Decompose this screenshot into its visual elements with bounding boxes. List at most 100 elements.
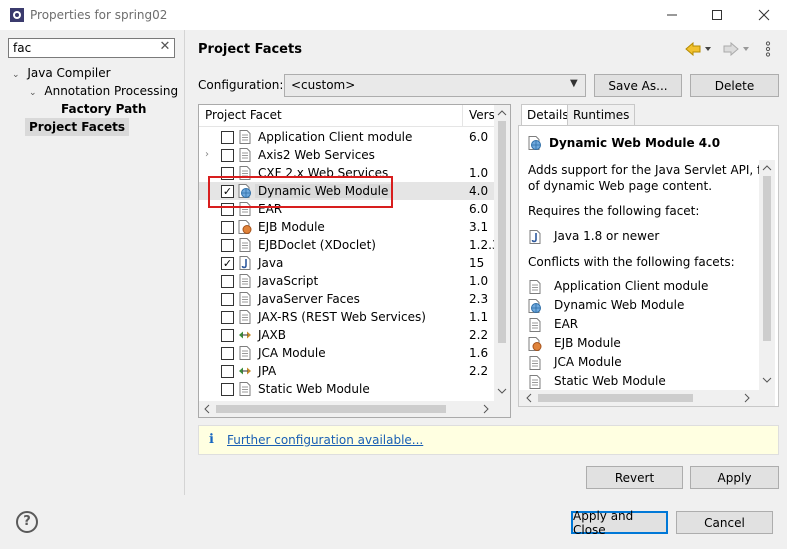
facet-row[interactable]: EJB Module 3.1	[199, 218, 494, 236]
scroll-thumb[interactable]	[216, 405, 446, 413]
conflict-item-label: Static Web Module	[554, 374, 666, 388]
facet-row[interactable]: Application Client module 6.0	[199, 128, 494, 146]
facet-name: Application Client module	[258, 130, 413, 144]
facet-checkbox[interactable]	[221, 383, 234, 396]
forward-button[interactable]	[722, 40, 752, 58]
facet-row[interactable]: JAX-RS (REST Web Services) 1.1	[199, 308, 494, 326]
scroll-left-icon[interactable]	[525, 393, 533, 403]
facet-checkbox[interactable]	[221, 221, 234, 234]
facet-checkbox[interactable]	[221, 149, 234, 162]
scroll-up-icon[interactable]	[762, 164, 772, 172]
cancel-button[interactable]: Cancel	[676, 511, 773, 534]
doc-icon	[528, 280, 542, 294]
facet-version: 2.2	[469, 328, 489, 342]
more-vertical-icon	[765, 41, 771, 57]
details-vertical-scrollbar[interactable]	[759, 160, 775, 390]
scroll-thumb[interactable]	[498, 121, 506, 343]
facet-row[interactable]: JavaScript 1.0	[199, 272, 494, 290]
scroll-left-icon[interactable]	[203, 404, 211, 414]
facet-version: 3.1	[469, 220, 489, 234]
conflict-item-label: Application Client module	[554, 279, 709, 293]
clear-filter-icon[interactable]: ✕	[158, 40, 172, 54]
facet-checkbox[interactable]	[221, 311, 234, 324]
back-button[interactable]	[684, 40, 714, 58]
facet-checkbox[interactable]	[221, 329, 234, 342]
facet-checkbox[interactable]	[221, 365, 234, 378]
tree-item-annotation-processing[interactable]: ⌄ Annotation Processing	[29, 82, 178, 100]
scroll-up-icon[interactable]	[497, 109, 507, 117]
column-header-facet[interactable]: Project Facet	[205, 108, 282, 122]
further-configuration-link[interactable]: Further configuration available...	[227, 433, 423, 447]
tab-runtimes[interactable]: Runtimes	[567, 104, 636, 126]
arrows-icon	[238, 328, 252, 342]
details-title: Dynamic Web Module 4.0	[549, 136, 721, 150]
conflict-item-label: JCA Module	[554, 355, 622, 369]
facet-table-header: Project Facet Versi	[199, 105, 510, 127]
scroll-down-icon[interactable]	[497, 387, 507, 395]
conflict-item-label: Dynamic Web Module	[554, 298, 685, 312]
column-separator[interactable]	[462, 105, 463, 127]
configuration-label: Configuration:	[198, 78, 284, 92]
more-menu-button[interactable]	[762, 40, 774, 58]
facet-checkbox[interactable]	[221, 293, 234, 306]
delete-button[interactable]: Delete	[690, 74, 779, 97]
facet-name: EJBDoclet (XDoclet)	[258, 238, 376, 252]
title-bar: Properties for spring02	[0, 0, 787, 30]
help-icon[interactable]: ?	[16, 511, 38, 533]
facet-version: 1.6	[469, 346, 489, 360]
doc-icon	[238, 292, 252, 306]
apply-and-close-button[interactable]: Apply and Close	[571, 509, 668, 537]
facet-row[interactable]: EJBDoclet (XDoclet) 1.2.3	[199, 236, 500, 254]
facet-checkbox[interactable]	[221, 347, 234, 360]
tree-item-java-compiler[interactable]: ⌄ Java Compiler	[12, 64, 111, 82]
configuration-select[interactable]: <custom>	[284, 74, 586, 97]
conflict-item-label: EJB Module	[554, 336, 621, 350]
scroll-thumb[interactable]	[538, 394, 693, 402]
facet-name: JAXB	[258, 328, 286, 342]
facet-row[interactable]: ✓ Java 15	[199, 254, 494, 272]
back-arrow-icon	[685, 42, 711, 56]
facet-checkbox[interactable]: ✓	[221, 257, 234, 270]
scroll-down-icon[interactable]	[762, 376, 772, 384]
scroll-thumb[interactable]	[763, 176, 771, 341]
vertical-scrollbar[interactable]	[494, 105, 510, 401]
close-icon	[758, 9, 770, 21]
details-horizontal-scrollbar[interactable]	[519, 390, 775, 406]
facet-row[interactable]: JavaServer Faces 2.3	[199, 290, 494, 308]
save-as-button[interactable]: Save As...	[594, 74, 682, 97]
chevron-down-icon[interactable]: ⌄	[12, 70, 20, 80]
forward-arrow-icon	[723, 42, 749, 56]
facet-name: Static Web Module	[258, 382, 370, 396]
facet-checkbox[interactable]	[221, 131, 234, 144]
facet-row[interactable]: JPA 2.2	[199, 362, 494, 380]
facet-row[interactable]: › Axis2 Web Services	[199, 146, 494, 164]
conflicts-label: Conflicts with the following facets:	[528, 255, 735, 269]
facet-version: 1.0	[469, 274, 489, 288]
facet-name: JavaScript	[258, 274, 319, 288]
scroll-right-icon[interactable]	[743, 393, 751, 403]
horizontal-scrollbar[interactable]	[199, 401, 510, 417]
close-button[interactable]	[741, 0, 787, 30]
facet-name: Axis2 Web Services	[258, 148, 375, 162]
apply-button[interactable]: Apply	[690, 466, 779, 489]
maximize-button[interactable]	[694, 0, 740, 30]
facet-row[interactable]: Static Web Module	[199, 380, 494, 398]
facet-table: Project Facet Versi Application Client m…	[198, 104, 511, 418]
tree-item-factory-path[interactable]: Factory Path	[61, 100, 146, 118]
facet-row[interactable]: JCA Module 1.6	[199, 344, 494, 362]
chevron-down-icon[interactable]: ⌄	[29, 88, 37, 98]
info-icon: ℹ	[209, 432, 214, 447]
scroll-right-icon[interactable]	[482, 404, 490, 414]
app-icon	[10, 8, 24, 22]
facet-checkbox[interactable]	[221, 275, 234, 288]
tree-item-project-facets[interactable]: Project Facets	[25, 118, 129, 136]
revert-button[interactable]: Revert	[586, 466, 683, 489]
chevron-right-icon[interactable]: ›	[205, 149, 209, 160]
requires-item-label: Java 1.8 or newer	[554, 229, 660, 243]
facet-row[interactable]: JAXB 2.2	[199, 326, 494, 344]
facet-checkbox[interactable]	[221, 239, 234, 252]
filter-input[interactable]	[8, 38, 175, 58]
minimize-button[interactable]	[649, 0, 695, 30]
sash-divider[interactable]	[184, 30, 185, 495]
chevron-down-icon[interactable]: ▼	[570, 78, 578, 89]
